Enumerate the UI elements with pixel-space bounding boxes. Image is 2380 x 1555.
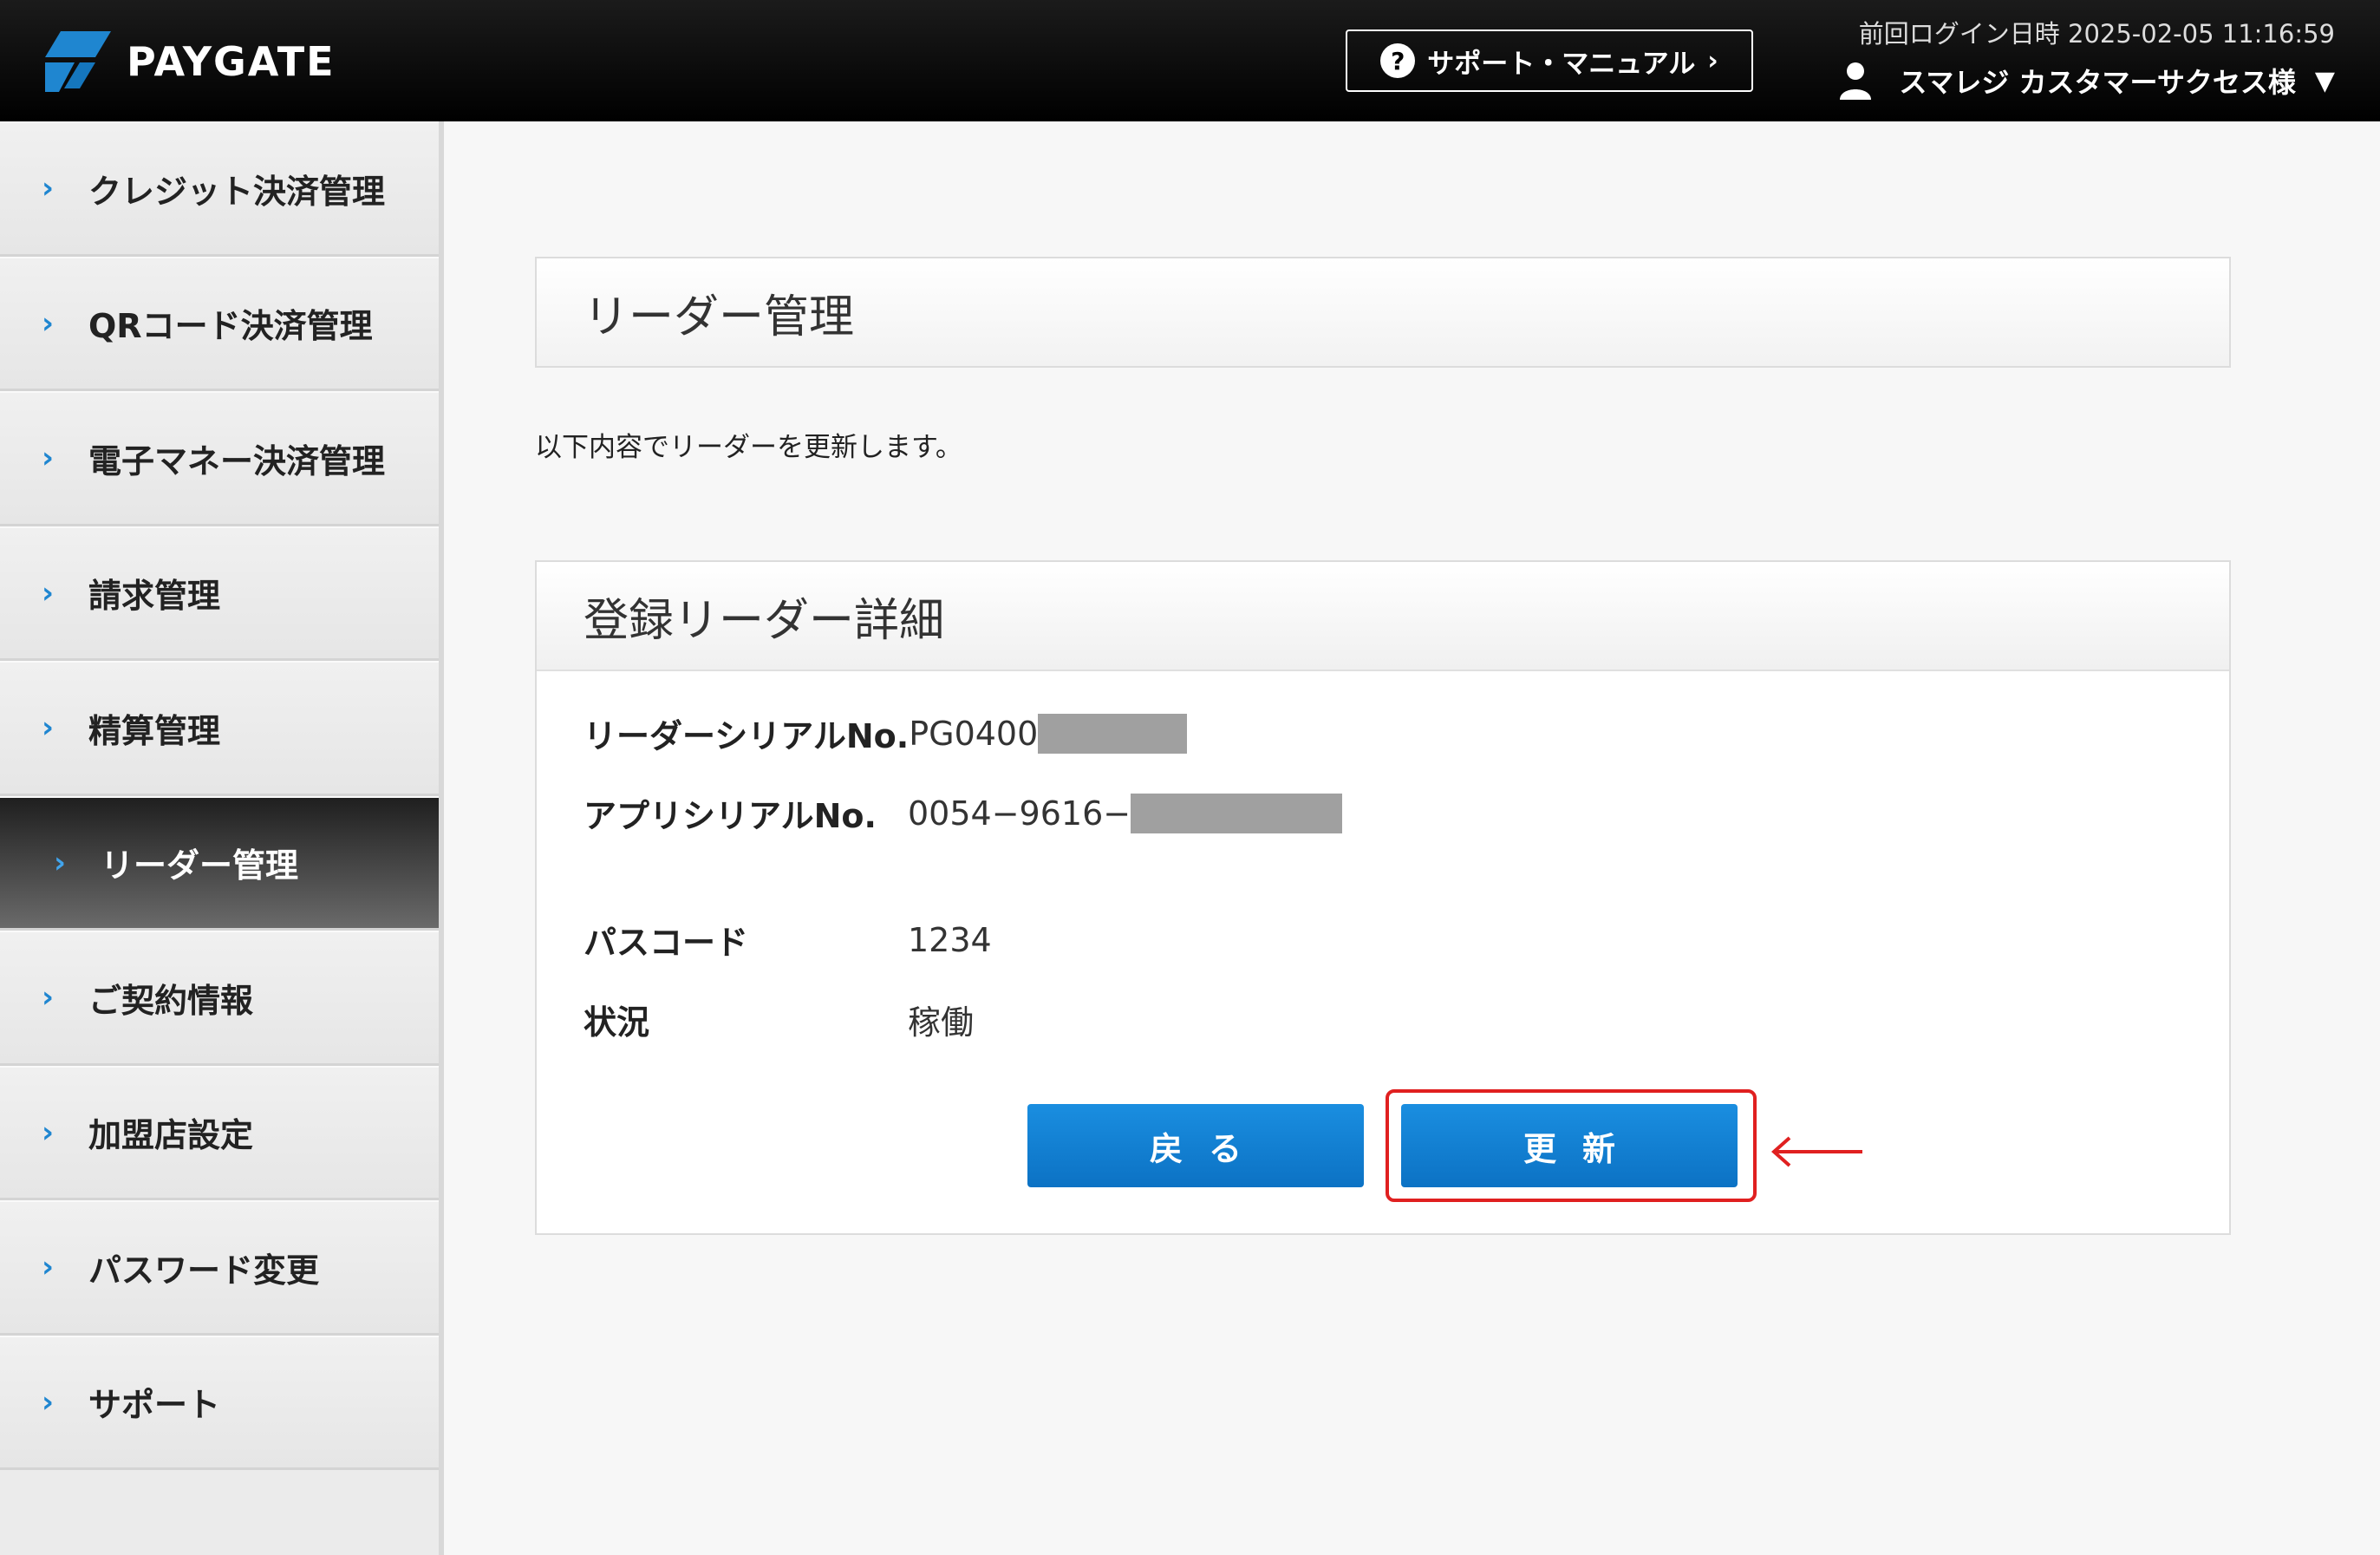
chevron-right-icon: › <box>1707 45 1718 76</box>
passcode-row: パスコード 1234 <box>584 916 992 964</box>
sidebar-item-label: 請求管理 <box>88 577 221 616</box>
logo[interactable]: PAYGATE <box>45 31 336 92</box>
reader-detail-panel: 登録リーダー詳細 リーダーシリアルNo. PG0400 アプリシリアルNo. 0… <box>535 560 2231 1235</box>
chevron-right-icon: › <box>42 980 55 1016</box>
question-icon: ? <box>1380 43 1416 78</box>
support-label: サポート・マニュアル <box>1427 48 1696 80</box>
chevron-right-icon: › <box>42 305 55 341</box>
sidebar-item-emoney[interactable]: › 電子マネー決済管理 <box>0 391 439 526</box>
caret-down-icon: ▼ <box>2314 65 2335 96</box>
chevron-right-icon: › <box>42 171 55 206</box>
back-button[interactable]: 戻る <box>1027 1104 1364 1187</box>
sidebar-item-password[interactable]: › パスワード変更 <box>0 1200 439 1336</box>
chevron-right-icon: › <box>42 575 55 611</box>
sidebar-item-billing[interactable]: › 請求管理 <box>0 526 439 661</box>
sidebar-item-label: クレジット決済管理 <box>88 172 386 211</box>
sidebar-item-settlement[interactable]: › 精算管理 <box>0 661 439 796</box>
chevron-right-icon: › <box>42 1250 55 1285</box>
chevron-right-icon: › <box>42 441 55 476</box>
sidebar-item-merchant[interactable]: › 加盟店設定 <box>0 1065 439 1200</box>
status-row: 状況 稼働 <box>584 996 974 1043</box>
intro-text: 以下内容でリーダーを更新します。 <box>535 432 962 463</box>
user-menu[interactable]: スマレジ カスタマーサクセス様 ▼ <box>1838 61 2335 101</box>
sidebar-item-label: リーダー管理 <box>101 846 299 885</box>
logo-text: PAYGATE <box>127 38 336 85</box>
redacted-block <box>1038 713 1188 754</box>
chevron-right-icon: › <box>42 1114 55 1150</box>
sidebar-item-label: パスワード変更 <box>88 1251 320 1290</box>
red-arrow-icon <box>1770 1136 1862 1167</box>
status-value: 稼働 <box>908 1003 975 1042</box>
sidebar-item-contract[interactable]: › ご契約情報 <box>0 931 439 1066</box>
app-serial-row: アプリシリアルNo. 0054−9616− <box>584 789 1343 837</box>
app-serial-value: 0054−9616− <box>908 794 1131 833</box>
app-serial-label: アプリシリアルNo. <box>584 797 877 835</box>
chevron-right-icon: › <box>42 1384 55 1420</box>
status-label: 状況 <box>584 1003 650 1042</box>
chevron-right-icon: › <box>42 710 55 746</box>
detail-title: 登録リーダー詳細 <box>537 562 2229 671</box>
passcode-label: パスコード <box>584 924 749 962</box>
sidebar-item-label: 精算管理 <box>88 711 221 750</box>
sidebar-item-support[interactable]: › サポート <box>0 1335 439 1470</box>
page-title: リーダー管理 <box>535 257 2231 368</box>
user-name: スマレジ カスタマーサクセス様 <box>1899 66 2296 99</box>
sidebar-item-credit[interactable]: › クレジット決済管理 <box>0 121 439 257</box>
sidebar-item-label: 加盟店設定 <box>88 1116 254 1155</box>
sidebar-item-reader[interactable]: › リーダー管理 <box>0 795 439 931</box>
reader-serial-row: リーダーシリアルNo. PG0400 <box>584 709 1188 757</box>
sidebar: › クレジット決済管理 › QRコード決済管理 › 電子マネー決済管理 › 請求… <box>0 121 444 1555</box>
user-icon <box>1840 62 1872 100</box>
support-manual-button[interactable]: ? サポート・マニュアル › <box>1346 29 1753 92</box>
last-login-text: 前回ログイン日時 2025-02-05 11:16:59 <box>1858 19 2335 49</box>
sidebar-item-label: QRコード決済管理 <box>88 307 373 346</box>
sidebar-item-qr[interactable]: › QRコード決済管理 <box>0 256 439 391</box>
sidebar-item-label: ご契約情報 <box>88 981 254 1020</box>
top-header: PAYGATE ? サポート・マニュアル › 前回ログイン日時 2025-02-… <box>0 0 2380 121</box>
passcode-value: 1234 <box>908 920 992 959</box>
redacted-block <box>1131 793 1343 833</box>
chevron-right-icon: › <box>54 845 67 880</box>
update-highlight-box <box>1386 1089 1757 1202</box>
reader-serial-label: リーダーシリアルNo. <box>584 717 910 755</box>
sidebar-item-label: サポート <box>88 1386 221 1425</box>
paygate-logo-icon <box>45 31 111 92</box>
sidebar-item-label: 電子マネー決済管理 <box>88 441 386 480</box>
reader-serial-value: PG0400 <box>909 714 1039 753</box>
